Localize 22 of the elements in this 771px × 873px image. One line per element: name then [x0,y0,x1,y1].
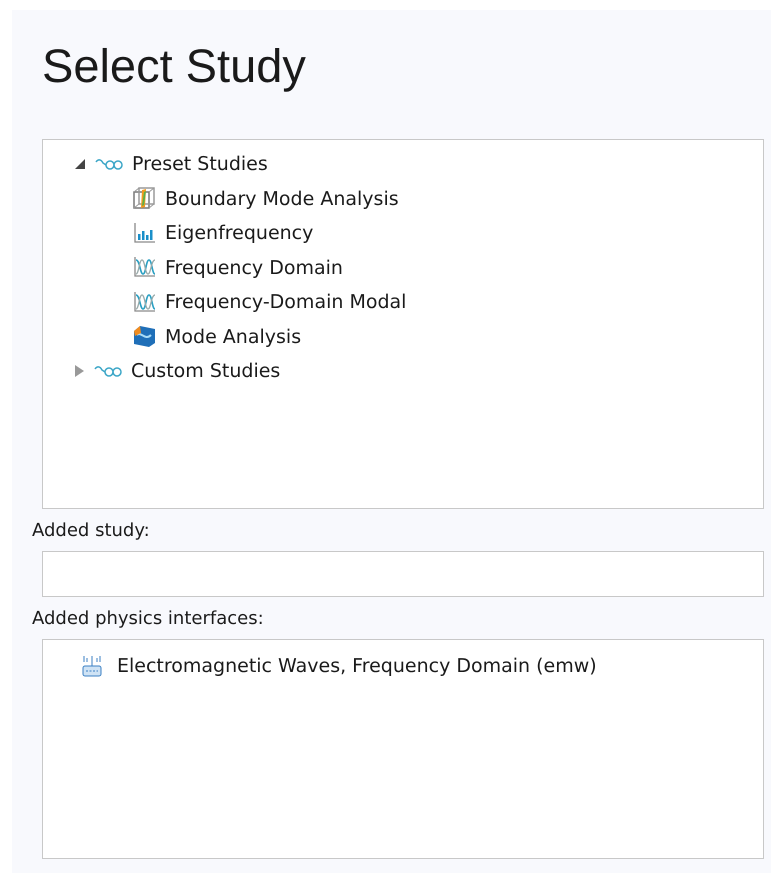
expand-arrow-icon[interactable] [75,365,84,378]
tree-item[interactable]: Preset Studies [132,153,268,176]
collapse-arrow-icon[interactable] [75,159,85,170]
tree-item[interactable]: Mode Analysis [165,326,302,348]
study-tree[interactable]: Preset Studies Boundary Mode Analysis Eigenfrequency Frequency Domain Frequency-Domain Modal Mode Analysis Custom Studies [42,139,764,509]
tree-item[interactable]: Frequency Domain [165,256,343,279]
glasses-icon [95,157,123,172]
glasses-icon [94,364,122,378]
waveguide-icon [133,325,156,348]
tree-item[interactable]: Frequency-Domain Modal [165,291,406,314]
bar-chart-icon [133,222,156,245]
tree-item[interactable]: Boundary Mode Analysis [165,188,399,210]
wave-chart-icon [133,290,156,314]
router-icon [81,654,103,678]
cube-icon [133,187,156,210]
tree-item[interactable]: Custom Studies [131,360,280,382]
tree-item[interactable]: Eigenfrequency [165,222,314,244]
field-label: Added physics interfaces: [32,608,265,631]
page-title: Select Study [42,38,307,94]
physics-item[interactable]: Electromagnetic Waves, Frequency Domain (emw) [117,655,597,678]
field-label: Added study: [32,520,151,543]
wave-chart-icon [133,256,156,280]
